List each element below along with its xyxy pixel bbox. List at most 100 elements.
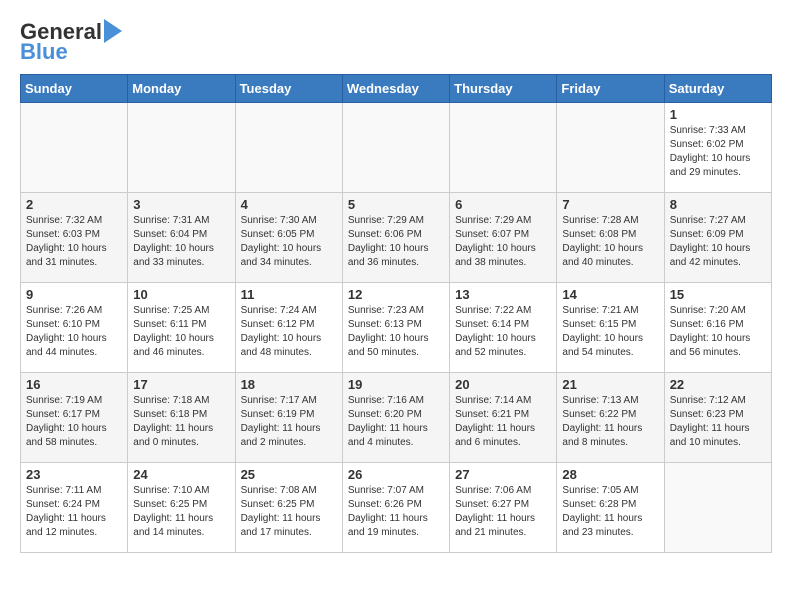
day-cell: 4Sunrise: 7:30 AM Sunset: 6:05 PM Daylig…: [235, 193, 342, 283]
day-cell: 8 Sunrise: 7:27 AM Sunset: 6:09 PM Daylig…: [664, 193, 771, 283]
day-number: 28: [562, 467, 658, 482]
day-info: Sunrise: 7:29 AM Sunset: 6:07 PM Dayligh…: [455, 214, 551, 270]
header-cell-sunday: Sunday: [21, 75, 128, 103]
day-info: Sunrise: 7:31 AM Sunset: 6:04 PM Dayligh…: [133, 214, 229, 270]
day-number: 21: [562, 377, 658, 392]
day-cell: 10 Sunrise: 7:25 AM Sunset: 6:11 PM Dayli…: [128, 283, 235, 373]
day-info: Sunrise: 7:16 AM Sunset: 6:20 PM Dayligh…: [348, 394, 444, 450]
day-cell: [235, 103, 342, 193]
day-info: Sunrise: 7:12 AM Sunset: 6:23 PM Dayligh…: [670, 394, 766, 450]
day-info: Sunrise: 7:33 AM Sunset: 6:02 PM Dayligh…: [670, 124, 766, 180]
header-cell-friday: Friday: [557, 75, 664, 103]
day-cell: 11 Sunrise: 7:24 AM Sunset: 6:12 PM Dayli…: [235, 283, 342, 373]
day-info: Sunrise: 7:14 AM Sunset: 6:21 PM Dayligh…: [455, 394, 551, 450]
day-cell: 9 Sunrise: 7:26 AM Sunset: 6:10 PM Daylig…: [21, 283, 128, 373]
day-number: 15: [670, 287, 766, 302]
day-info: Sunrise: 7:30 AM Sunset: 6:05 PM Dayligh…: [241, 214, 337, 270]
day-info: Sunrise: 7:10 AM Sunset: 6:25 PM Dayligh…: [133, 484, 229, 540]
day-cell: 3 Sunrise: 7:31 AM Sunset: 6:04 PM Daylig…: [128, 193, 235, 283]
day-info: Sunrise: 7:05 AM Sunset: 6:28 PM Dayligh…: [562, 484, 658, 540]
day-cell: 19 Sunrise: 7:16 AM Sunset: 6:20 PM Dayli…: [342, 373, 449, 463]
logo-arrow-icon: [104, 19, 122, 43]
day-cell: [128, 103, 235, 193]
day-number: 24: [133, 467, 229, 482]
day-number: 14: [562, 287, 658, 302]
day-info: Sunrise: 7:13 AM Sunset: 6:22 PM Dayligh…: [562, 394, 658, 450]
header-cell-tuesday: Tuesday: [235, 75, 342, 103]
day-number: 26: [348, 467, 444, 482]
day-number: 27: [455, 467, 551, 482]
week-row-3: 16 Sunrise: 7:19 AM Sunset: 6:17 PM Dayli…: [21, 373, 772, 463]
day-cell: 25Sunrise: 7:08 AM Sunset: 6:25 PM Dayli…: [235, 463, 342, 553]
day-number: 1: [670, 107, 766, 122]
week-row-0: 1 Sunrise: 7:33 AM Sunset: 6:02 PM Daylig…: [21, 103, 772, 193]
day-cell: 2 Sunrise: 7:32 AM Sunset: 6:03 PM Daylig…: [21, 193, 128, 283]
day-number: 16: [26, 377, 122, 392]
day-cell: 14 Sunrise: 7:21 AM Sunset: 6:15 PM Dayli…: [557, 283, 664, 373]
day-cell: 27 Sunrise: 7:06 AM Sunset: 6:27 PM Dayli…: [450, 463, 557, 553]
week-row-4: 23 Sunrise: 7:11 AM Sunset: 6:24 PM Dayli…: [21, 463, 772, 553]
day-number: 11: [241, 287, 337, 302]
day-info: Sunrise: 7:18 AM Sunset: 6:18 PM Dayligh…: [133, 394, 229, 450]
day-number: 5: [348, 197, 444, 212]
day-cell: 21 Sunrise: 7:13 AM Sunset: 6:22 PM Dayli…: [557, 373, 664, 463]
day-number: 7: [562, 197, 658, 212]
day-info: Sunrise: 7:20 AM Sunset: 6:16 PM Dayligh…: [670, 304, 766, 360]
day-cell: [21, 103, 128, 193]
day-number: 12: [348, 287, 444, 302]
week-row-1: 2 Sunrise: 7:32 AM Sunset: 6:03 PM Daylig…: [21, 193, 772, 283]
header-cell-wednesday: Wednesday: [342, 75, 449, 103]
calendar-header: SundayMondayTuesdayWednesdayThursdayFrid…: [21, 75, 772, 103]
day-number: 8: [670, 197, 766, 212]
day-cell: 17 Sunrise: 7:18 AM Sunset: 6:18 PM Dayli…: [128, 373, 235, 463]
day-info: Sunrise: 7:28 AM Sunset: 6:08 PM Dayligh…: [562, 214, 658, 270]
day-number: 13: [455, 287, 551, 302]
day-cell: 23 Sunrise: 7:11 AM Sunset: 6:24 PM Dayli…: [21, 463, 128, 553]
day-number: 9: [26, 287, 122, 302]
day-info: Sunrise: 7:07 AM Sunset: 6:26 PM Dayligh…: [348, 484, 444, 540]
page-header: General Blue: [20, 20, 772, 64]
day-cell: 26 Sunrise: 7:07 AM Sunset: 6:26 PM Dayli…: [342, 463, 449, 553]
day-number: 18: [241, 377, 337, 392]
header-cell-thursday: Thursday: [450, 75, 557, 103]
day-cell: [664, 463, 771, 553]
day-number: 25: [241, 467, 337, 482]
day-cell: 6 Sunrise: 7:29 AM Sunset: 6:07 PM Daylig…: [450, 193, 557, 283]
day-number: 23: [26, 467, 122, 482]
day-info: Sunrise: 7:17 AM Sunset: 6:19 PM Dayligh…: [241, 394, 337, 450]
day-cell: [450, 103, 557, 193]
day-cell: 12 Sunrise: 7:23 AM Sunset: 6:13 PM Dayli…: [342, 283, 449, 373]
day-cell: 22 Sunrise: 7:12 AM Sunset: 6:23 PM Dayli…: [664, 373, 771, 463]
day-cell: 1 Sunrise: 7:33 AM Sunset: 6:02 PM Daylig…: [664, 103, 771, 193]
day-number: 6: [455, 197, 551, 212]
day-info: Sunrise: 7:11 AM Sunset: 6:24 PM Dayligh…: [26, 484, 122, 540]
day-info: Sunrise: 7:21 AM Sunset: 6:15 PM Dayligh…: [562, 304, 658, 360]
day-info: Sunrise: 7:23 AM Sunset: 6:13 PM Dayligh…: [348, 304, 444, 360]
day-cell: 5 Sunrise: 7:29 AM Sunset: 6:06 PM Daylig…: [342, 193, 449, 283]
day-number: 10: [133, 287, 229, 302]
logo-text2: Blue: [20, 40, 68, 64]
day-cell: [557, 103, 664, 193]
day-info: Sunrise: 7:24 AM Sunset: 6:12 PM Dayligh…: [241, 304, 337, 360]
day-info: Sunrise: 7:26 AM Sunset: 6:10 PM Dayligh…: [26, 304, 122, 360]
day-info: Sunrise: 7:32 AM Sunset: 6:03 PM Dayligh…: [26, 214, 122, 270]
day-cell: 18 Sunrise: 7:17 AM Sunset: 6:19 PM Dayli…: [235, 373, 342, 463]
day-info: Sunrise: 7:06 AM Sunset: 6:27 PM Dayligh…: [455, 484, 551, 540]
day-info: Sunrise: 7:27 AM Sunset: 6:09 PM Dayligh…: [670, 214, 766, 270]
day-cell: 20Sunrise: 7:14 AM Sunset: 6:21 PM Dayli…: [450, 373, 557, 463]
day-info: Sunrise: 7:25 AM Sunset: 6:11 PM Dayligh…: [133, 304, 229, 360]
day-info: Sunrise: 7:29 AM Sunset: 6:06 PM Dayligh…: [348, 214, 444, 270]
day-cell: 7 Sunrise: 7:28 AM Sunset: 6:08 PM Daylig…: [557, 193, 664, 283]
day-number: 2: [26, 197, 122, 212]
day-number: 19: [348, 377, 444, 392]
day-number: 3: [133, 197, 229, 212]
logo: General Blue: [20, 20, 122, 64]
day-cell: 24 Sunrise: 7:10 AM Sunset: 6:25 PM Dayli…: [128, 463, 235, 553]
day-info: Sunrise: 7:19 AM Sunset: 6:17 PM Dayligh…: [26, 394, 122, 450]
header-cell-saturday: Saturday: [664, 75, 771, 103]
calendar-body: 1 Sunrise: 7:33 AM Sunset: 6:02 PM Daylig…: [21, 103, 772, 553]
day-cell: 13Sunrise: 7:22 AM Sunset: 6:14 PM Dayli…: [450, 283, 557, 373]
day-cell: 15 Sunrise: 7:20 AM Sunset: 6:16 PM Dayli…: [664, 283, 771, 373]
day-number: 22: [670, 377, 766, 392]
day-number: 17: [133, 377, 229, 392]
